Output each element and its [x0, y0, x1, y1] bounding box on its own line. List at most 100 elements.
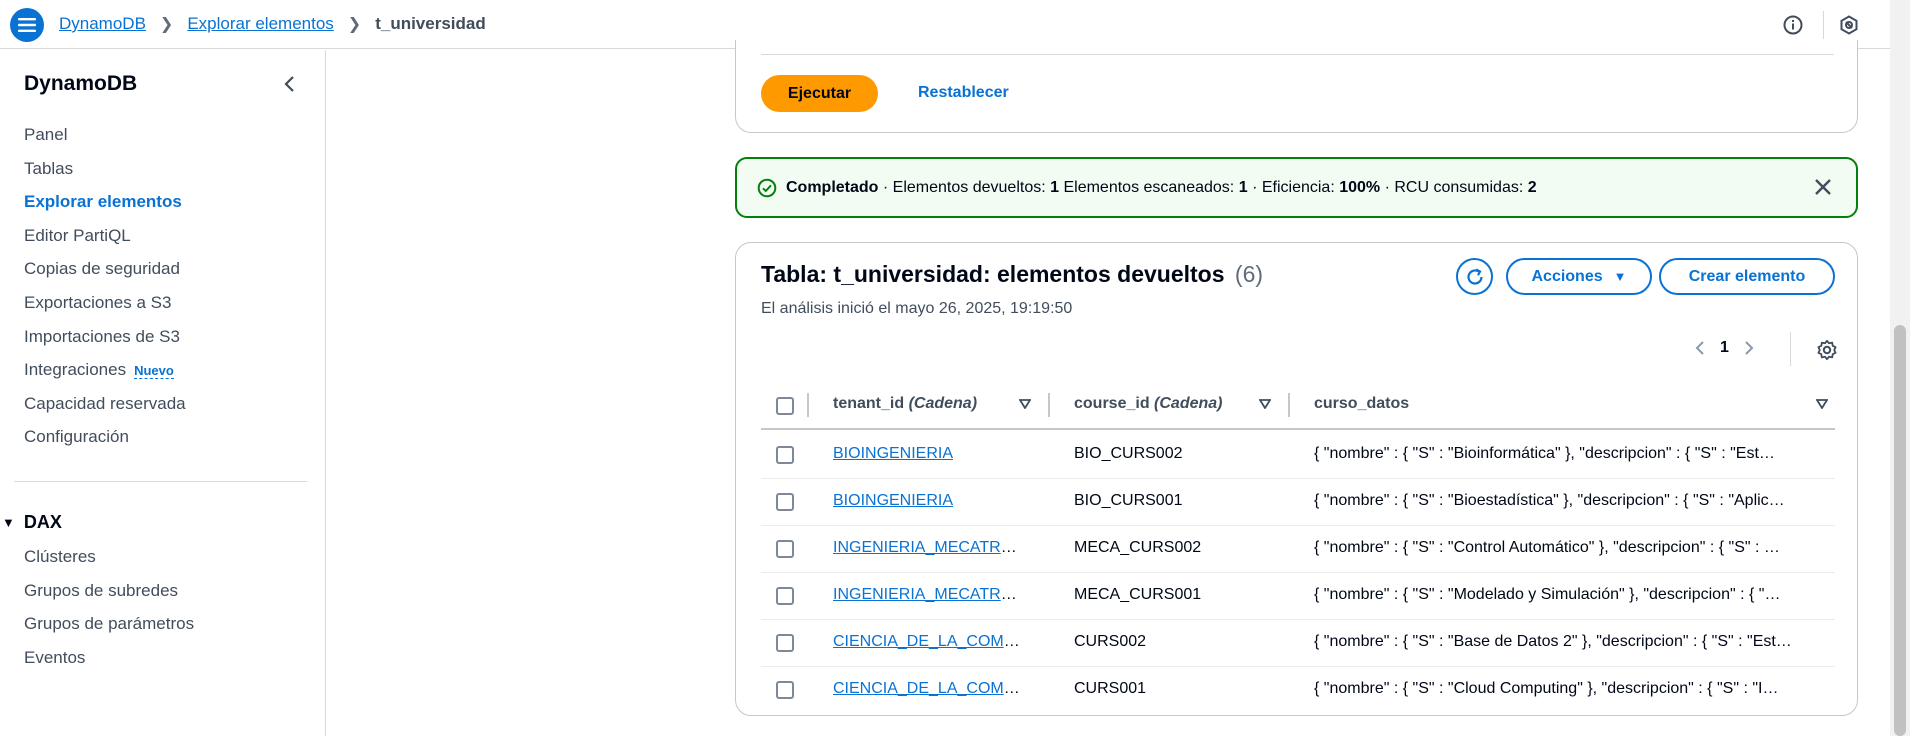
sidebar-item-clusteres[interactable]: Clústeres: [24, 546, 194, 580]
new-badge: Nuevo: [134, 363, 174, 380]
tenant-id-link[interactable]: BIOINGENIERIA: [833, 492, 953, 509]
column-type: (Cadena): [1154, 395, 1223, 412]
actions-dropdown[interactable]: Acciones ▼: [1506, 258, 1652, 295]
chevron-left-icon[interactable]: [1694, 340, 1706, 356]
tenant-id-link[interactable]: CIENCIA_DE_LA_COMP…: [833, 680, 1028, 697]
row-checkbox[interactable]: [776, 634, 794, 652]
info-icon[interactable]: [1781, 13, 1805, 37]
table-row[interactable]: BIOINGENIERIA BIO_CURS001 { "nombre" : {…: [761, 479, 1835, 526]
row-checkbox[interactable]: [776, 681, 794, 699]
refresh-button[interactable]: [1456, 258, 1493, 295]
sort-caret-icon[interactable]: [1259, 399, 1271, 409]
sidebar-item-editor-partiql[interactable]: Editor PartiQL: [24, 225, 186, 259]
course-id-cell: BIO_CURS002: [1074, 445, 1183, 462]
sidebar-item-eventos[interactable]: Eventos: [24, 647, 194, 681]
tenant-id-link[interactable]: CIENCIA_DE_LA_COMP…: [833, 633, 1028, 650]
menu-icon[interactable]: [10, 8, 44, 42]
column-separator: [1048, 393, 1050, 417]
tenant-id-link[interactable]: INGENIERIA_MECATRO…: [833, 586, 1028, 603]
sort-caret-icon[interactable]: [1019, 399, 1031, 409]
items-table-card: Tabla: t_universidad: elementos devuelto…: [735, 242, 1858, 716]
breadcrumb: DynamoDB ❯ Explorar elementos ❯ t_univer…: [59, 14, 486, 34]
table-row[interactable]: INGENIERIA_MECATRO… MECA_CURS002 { "nomb…: [761, 526, 1835, 573]
curso-datos-cell: { "nombre" : { "S" : "Base de Datos 2" }…: [1314, 633, 1792, 650]
query-card: Ejecutar Restablecer: [735, 40, 1858, 133]
gear-icon[interactable]: [1816, 339, 1838, 361]
breadcrumb-dynamodb[interactable]: DynamoDB: [59, 14, 146, 34]
alert-returned-value: 1: [1050, 178, 1060, 196]
sidebar-item-panel[interactable]: Panel: [24, 124, 186, 158]
notifications-icon[interactable]: [1837, 13, 1861, 37]
run-button[interactable]: Ejecutar: [761, 75, 878, 112]
alert-status: Completado: [786, 178, 879, 196]
row-checkbox[interactable]: [776, 540, 794, 558]
column-name: curso_datos: [1314, 395, 1410, 412]
column-header-tenant-id[interactable]: tenant_id (Cadena): [833, 395, 977, 413]
row-checkbox[interactable]: [776, 493, 794, 511]
tenant-id-link[interactable]: INGENIERIA_MECATRO…: [833, 539, 1028, 556]
sidebar-divider: [14, 481, 307, 482]
curso-datos-cell: { "nombre" : { "S" : "Modelado y Simulac…: [1314, 586, 1781, 603]
sidebar-item-grupos-subredes[interactable]: Grupos de subredes: [24, 580, 194, 614]
sidebar-item-configuracion[interactable]: Configuración: [24, 426, 186, 460]
curso-datos-cell: { "nombre" : { "S" : "Bioestadística" },…: [1314, 492, 1785, 509]
toolbar-divider: [1823, 11, 1824, 39]
current-page[interactable]: 1: [1720, 339, 1729, 357]
sidebar-item-grupos-parametros[interactable]: Grupos de parámetros: [24, 613, 194, 647]
sidebar-title: DynamoDB: [24, 72, 138, 95]
table-row[interactable]: INGENIERIA_MECATRO… MECA_CURS001 { "nomb…: [761, 573, 1835, 620]
curso-datos-cell: { "nombre" : { "S" : "Cloud Computing" }…: [1314, 680, 1779, 697]
scrollbar-thumb[interactable]: [1894, 325, 1906, 736]
sidebar-item-copias-de-seguridad[interactable]: Copias de seguridad: [24, 258, 186, 292]
tenant-id-link[interactable]: BIOINGENIERIA: [833, 445, 953, 462]
refresh-icon: [1466, 268, 1483, 285]
sidebar-item-importaciones-s3[interactable]: Importaciones de S3: [24, 326, 186, 360]
sidebar-item-explorar-elementos[interactable]: Explorar elementos: [24, 191, 186, 225]
column-separator: [1288, 393, 1290, 417]
sort-caret-icon[interactable]: [1816, 399, 1828, 409]
page-scrollbar[interactable]: [1890, 0, 1910, 736]
table-title: Tabla: t_universidad: elementos devuelto…: [761, 261, 1263, 288]
caret-down-icon: ▼: [2, 515, 15, 530]
table-subtitle: El análisis inició el mayo 26, 2025, 19:…: [761, 300, 1073, 317]
create-item-button[interactable]: Crear elemento: [1659, 258, 1835, 295]
table-title-text: Tabla: t_universidad: elementos devuelto…: [761, 261, 1225, 287]
sidebar-section-dax[interactable]: ▼ DAX: [0, 512, 62, 533]
select-all-checkbox[interactable]: [776, 397, 794, 415]
check-circle-icon: [757, 178, 777, 197]
sidebar-item-exportaciones-s3[interactable]: Exportaciones a S3: [24, 292, 186, 326]
column-header-course-id[interactable]: course_id (Cadena): [1074, 395, 1223, 413]
close-icon[interactable]: [1812, 176, 1834, 198]
row-checkbox[interactable]: [776, 587, 794, 605]
alert-returned-label: · Elementos devueltos:: [882, 178, 1046, 196]
curso-datos-cell: { "nombre" : { "S" : "Control Automático…: [1314, 539, 1780, 556]
reset-button[interactable]: Restablecer: [918, 84, 1009, 102]
breadcrumb-explorar-elementos[interactable]: Explorar elementos: [187, 14, 333, 34]
alert-scanned-label: Elementos escaneados:: [1063, 178, 1235, 196]
column-type: (Cadena): [908, 395, 978, 412]
table-row[interactable]: CIENCIA_DE_LA_COMP… CURS002 { "nombre" :…: [761, 620, 1835, 667]
chevron-right-icon[interactable]: [1743, 340, 1755, 356]
success-alert: Completado · Elementos devueltos: 1 Elem…: [735, 157, 1858, 218]
section-title: DAX: [23, 512, 62, 532]
pagination: 1: [1694, 339, 1755, 357]
sidebar-item-tablas[interactable]: Tablas: [24, 158, 186, 192]
alert-rcu-value: 2: [1527, 178, 1537, 196]
sidebar-item-capacidad-reservada[interactable]: Capacidad reservada: [24, 393, 186, 427]
sidebar: DynamoDB Panel Tablas Explorar elementos…: [0, 50, 326, 736]
divider: [1790, 332, 1791, 366]
course-id-cell: CURS001: [1074, 680, 1147, 697]
table-header: tenant_id (Cadena) course_id (Cadena) cu…: [761, 383, 1835, 430]
chevron-right-icon: ❯: [347, 16, 362, 33]
table-row[interactable]: BIOINGENIERIA BIO_CURS002 { "nombre" : {…: [761, 432, 1835, 479]
row-checkbox[interactable]: [776, 446, 794, 464]
alert-efficiency-value: 100%: [1339, 178, 1381, 196]
alert-efficiency-label: · Eficiencia:: [1252, 178, 1335, 196]
table-row[interactable]: CIENCIA_DE_LA_COMP… CURS001 { "nombre" :…: [761, 667, 1835, 714]
column-header-curso-datos[interactable]: curso_datos: [1314, 395, 1409, 413]
chevron-left-icon[interactable]: [280, 74, 300, 94]
actions-label: Acciones: [1531, 267, 1603, 285]
sidebar-item-integraciones[interactable]: Integraciones Nuevo: [24, 359, 186, 393]
column-name: tenant_id: [833, 395, 905, 412]
alert-rcu-label: · RCU consumidas:: [1384, 178, 1524, 196]
